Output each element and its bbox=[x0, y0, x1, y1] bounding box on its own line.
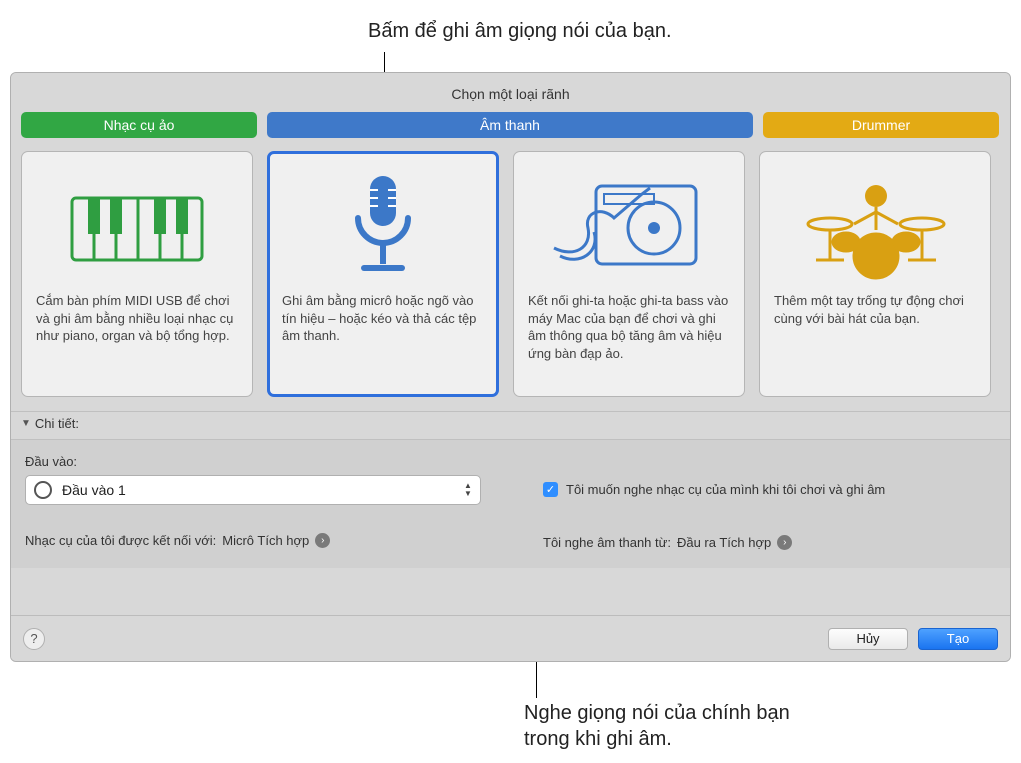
connected-label: Nhạc cụ của tôi được kết nối với: bbox=[25, 533, 216, 548]
new-track-panel: Chọn một loại rãnh Nhạc cụ ảo Âm thanh D… bbox=[10, 72, 1011, 662]
select-stepper-icon: ▲▼ bbox=[458, 478, 478, 502]
panel-title: Chọn một loại rãnh bbox=[11, 73, 1010, 112]
monitor-checkbox-row[interactable]: ✓ Tôi muốn nghe nhạc cụ của mình khi tôi… bbox=[543, 482, 996, 497]
card-virtual-desc: Cắm bàn phím MIDI USB để chơi và ghi âm … bbox=[36, 292, 238, 345]
card-audio-guitar[interactable]: Kết nối ghi-ta hoặc ghi-ta bass vào máy … bbox=[513, 151, 745, 397]
card-drummer-desc: Thêm một tay trống tự động chơi cùng với… bbox=[774, 292, 976, 327]
monitor-checkbox[interactable]: ✓ bbox=[543, 482, 558, 497]
monitor-checkbox-label: Tôi muốn nghe nhạc cụ của mình khi tôi c… bbox=[566, 482, 885, 497]
track-type-tabs: Nhạc cụ ảo Âm thanh Drummer bbox=[11, 112, 1010, 138]
hear-output-row[interactable]: Tôi nghe âm thanh từ: Đầu ra Tích hợp › bbox=[543, 535, 996, 550]
mono-channel-icon bbox=[34, 481, 52, 499]
tab-audio[interactable]: Âm thanh bbox=[267, 112, 753, 138]
card-audio-mic[interactable]: Ghi âm bằng micrô hoặc ngõ vào tín hiệu … bbox=[267, 151, 499, 397]
card-audio-guitar-desc: Kết nối ghi-ta hoặc ghi-ta bass vào máy … bbox=[528, 292, 730, 362]
chevron-right-icon: › bbox=[777, 535, 792, 550]
callout-bottom-line1: Nghe giọng nói của chính bạn bbox=[524, 700, 790, 726]
tab-drummer[interactable]: Drummer bbox=[763, 112, 999, 138]
details-toggle[interactable]: ▼ Chi tiết: bbox=[11, 411, 1010, 440]
create-button[interactable]: Tạo bbox=[918, 628, 998, 650]
disclosure-triangle-icon: ▼ bbox=[21, 418, 31, 429]
callout-bottom: Nghe giọng nói của chính bạn trong khi g… bbox=[524, 700, 790, 752]
tab-virtual-instrument[interactable]: Nhạc cụ ảo bbox=[21, 112, 257, 138]
details-label: Chi tiết: bbox=[35, 416, 79, 431]
drumkit-icon bbox=[774, 164, 976, 292]
details-right: ✓ Tôi muốn nghe nhạc cụ của mình khi tôi… bbox=[543, 454, 996, 550]
callout-top: Bấm để ghi âm giọng nói của bạn. bbox=[368, 20, 672, 43]
card-audio-mic-desc: Ghi âm bằng micrô hoặc ngõ vào tín hiệu … bbox=[282, 292, 484, 345]
input-select-value: Đầu vào 1 bbox=[62, 482, 126, 498]
guitar-amp-icon bbox=[528, 164, 730, 292]
input-label: Đầu vào: bbox=[25, 454, 503, 469]
details-left: Đầu vào: Đầu vào 1 ▲▼ Nhạc cụ của tôi đư… bbox=[25, 454, 503, 550]
cancel-button[interactable]: Hủy bbox=[828, 628, 908, 650]
details-body: Đầu vào: Đầu vào 1 ▲▼ Nhạc cụ của tôi đư… bbox=[11, 440, 1010, 568]
microphone-icon bbox=[282, 164, 484, 292]
help-button[interactable]: ? bbox=[23, 628, 45, 650]
hear-value: Đầu ra Tích hợp bbox=[677, 535, 771, 550]
instrument-connected-row[interactable]: Nhạc cụ của tôi được kết nối với: Micrô … bbox=[25, 533, 503, 548]
chevron-right-icon: › bbox=[315, 533, 330, 548]
callout-bottom-line2: trong khi ghi âm. bbox=[524, 726, 790, 752]
card-virtual-instrument[interactable]: Cắm bàn phím MIDI USB để chơi và ghi âm … bbox=[21, 151, 253, 397]
card-drummer[interactable]: Thêm một tay trống tự động chơi cùng với… bbox=[759, 151, 991, 397]
track-cards: Cắm bàn phím MIDI USB để chơi và ghi âm … bbox=[11, 138, 1010, 411]
input-select[interactable]: Đầu vào 1 ▲▼ bbox=[25, 475, 481, 505]
hear-label: Tôi nghe âm thanh từ: bbox=[543, 535, 671, 550]
panel-footer: ? Hủy Tạo bbox=[11, 615, 1010, 661]
connected-value: Micrô Tích hợp bbox=[222, 533, 309, 548]
keyboard-icon bbox=[36, 164, 238, 292]
